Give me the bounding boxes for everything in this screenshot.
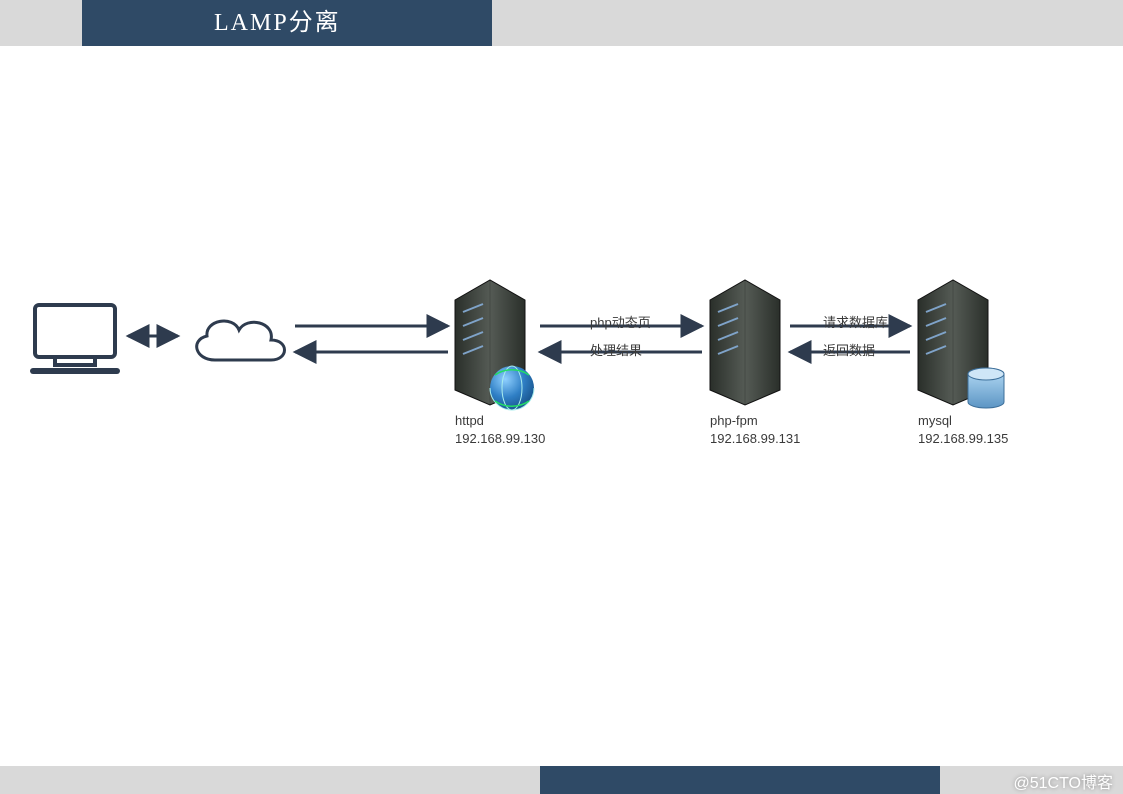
cloud-icon <box>197 321 285 360</box>
client-computer-icon <box>33 305 117 371</box>
httpd-name: httpd <box>455 412 545 430</box>
phpfpm-name: php-fpm <box>710 412 800 430</box>
phpfpm-server-icon <box>710 280 780 405</box>
phpfpm-ip: 192.168.99.131 <box>710 430 800 448</box>
label-php-mysql-bottom: 返回数据 <box>823 340 875 359</box>
watermark: @51CTO博客 <box>1013 769 1113 793</box>
mysql-ip: 192.168.99.135 <box>918 430 1008 448</box>
label-httpd-php-bottom: 处理结果 <box>590 340 642 359</box>
label-httpd-php-top: php动态页 <box>590 312 651 331</box>
mysql-caption: mysql 192.168.99.135 <box>918 412 1008 448</box>
httpd-caption: httpd 192.168.99.130 <box>455 412 545 448</box>
phpfpm-caption: php-fpm 192.168.99.131 <box>710 412 800 448</box>
label-php-mysql-top: 请求数据库 <box>823 312 888 331</box>
footer-accent <box>540 766 940 794</box>
mysql-server-icon <box>918 280 1004 408</box>
mysql-name: mysql <box>918 412 1008 430</box>
httpd-ip: 192.168.99.130 <box>455 430 545 448</box>
httpd-server-icon <box>455 280 534 410</box>
database-icon <box>968 368 1004 408</box>
diagram-canvas <box>0 0 1123 794</box>
